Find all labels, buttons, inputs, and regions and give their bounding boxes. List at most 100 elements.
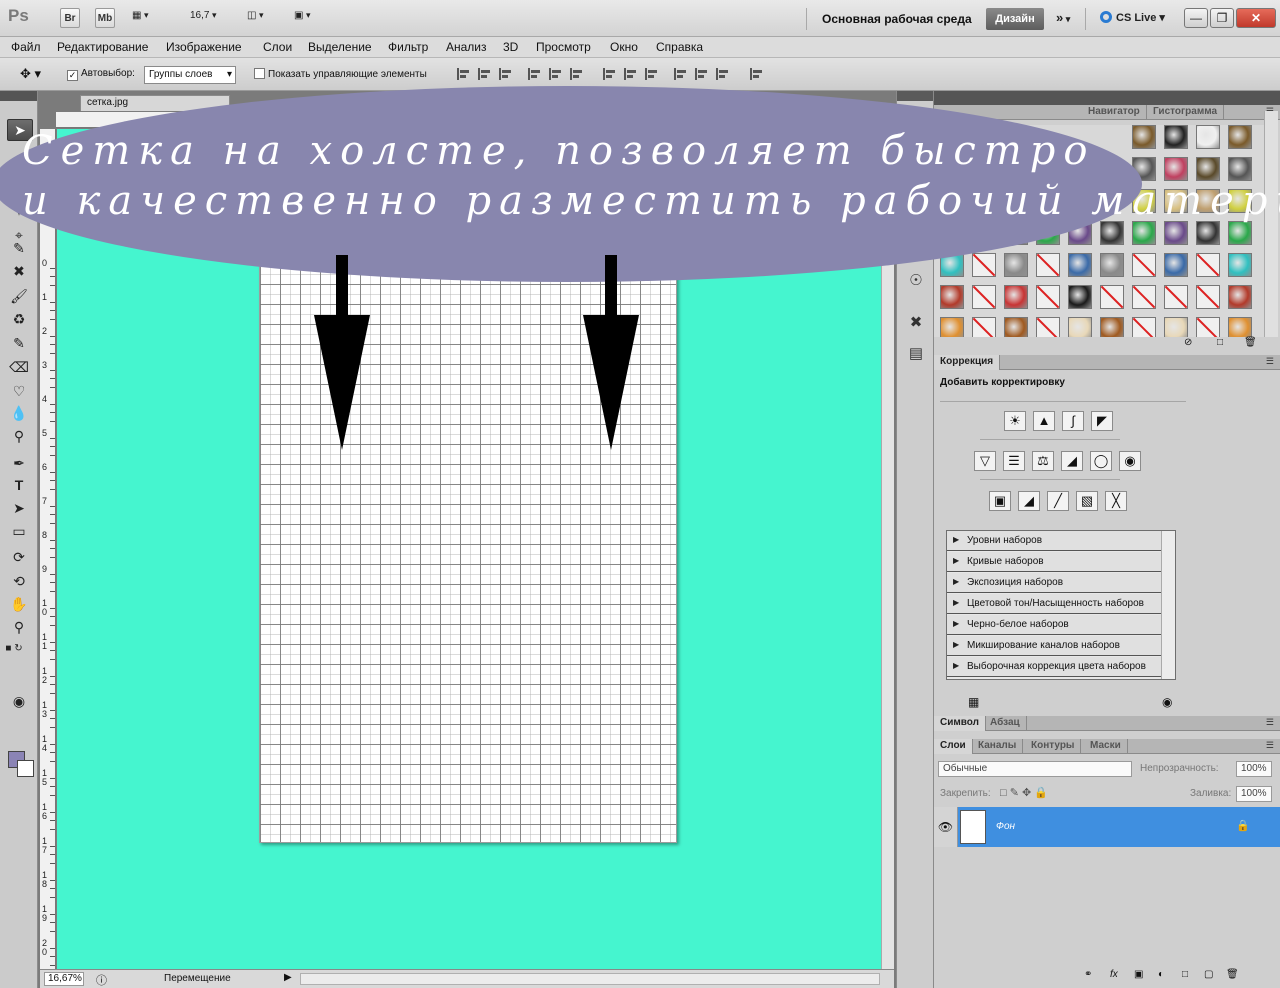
new-style-icon[interactable]: □: [1217, 337, 1223, 348]
new-group-icon[interactable]: □: [1182, 969, 1188, 980]
eyedropper-tool-icon[interactable]: ✎: [9, 238, 29, 258]
eraser-tool-icon[interactable]: ⌫: [9, 357, 29, 377]
delete-layer-icon[interactable]: 🗑: [1226, 969, 1239, 980]
adjustment-layer-icon[interactable]: ◐: [1158, 969, 1164, 980]
menu-file[interactable]: Файл: [11, 40, 41, 54]
tab-masks[interactable]: Маски: [1084, 739, 1128, 754]
style-swatch[interactable]: [1132, 285, 1156, 309]
preset-selective-color[interactable]: Выборочная коррекция цвета наборов: [947, 657, 1161, 677]
link-layers-icon[interactable]: ⚭: [1084, 969, 1092, 980]
design-workspace-button[interactable]: Дизайн: [986, 8, 1044, 30]
style-swatch[interactable]: [1100, 253, 1124, 277]
align-distribute-icon[interactable]: [526, 67, 542, 81]
style-swatch[interactable]: [1196, 221, 1220, 245]
style-swatch[interactable]: [972, 317, 996, 337]
zoom-field[interactable]: 16,67%: [44, 972, 84, 986]
delete-style-icon[interactable]: 🗑: [1244, 337, 1257, 348]
3d-orbit-tool-icon[interactable]: ⟲: [9, 571, 29, 591]
opacity-field[interactable]: 100%: [1236, 761, 1272, 777]
menu-select[interactable]: Выделение: [308, 40, 372, 54]
3d-rotate-tool-icon[interactable]: ⟳: [9, 547, 29, 567]
zoom-tool-icon[interactable]: ⚲: [9, 617, 29, 637]
levels-icon[interactable]: ▲: [1033, 411, 1055, 431]
style-swatch[interactable]: [1132, 221, 1156, 245]
shape-tool-icon[interactable]: ▭: [9, 521, 29, 541]
menu-layers[interactable]: Слои: [263, 40, 292, 54]
tab-character[interactable]: Символ: [934, 716, 986, 731]
tab-adjustments[interactable]: Коррекция: [934, 355, 1001, 370]
menu-help[interactable]: Справка: [656, 40, 703, 54]
vibrance-icon[interactable]: ▽: [974, 451, 996, 471]
align-distribute-icon[interactable]: [547, 67, 563, 81]
bridge-button[interactable]: Br: [60, 8, 80, 28]
menu-3d[interactable]: 3D: [503, 40, 518, 54]
style-swatch[interactable]: [1132, 317, 1156, 337]
menu-view[interactable]: Просмотр: [536, 40, 591, 54]
style-swatch[interactable]: [1196, 317, 1220, 337]
tab-histogram[interactable]: Гистограмма: [1147, 105, 1225, 120]
brush-tool-icon[interactable]: 🖌: [9, 286, 29, 306]
clear-style-icon[interactable]: ⊘: [1184, 337, 1192, 348]
curves-icon[interactable]: ∫: [1062, 411, 1084, 431]
tools-presets-icon[interactable]: ✖: [906, 313, 926, 333]
blend-mode-select[interactable]: Обычные: [938, 761, 1132, 777]
align-distribute-icon[interactable]: [714, 67, 730, 81]
posterize-icon[interactable]: ◢: [1018, 491, 1040, 511]
style-swatch[interactable]: [1164, 125, 1188, 149]
hand-tool-icon[interactable]: ✋: [9, 594, 29, 614]
style-swatch[interactable]: [1100, 221, 1124, 245]
cs-live-menu[interactable]: CS Live ▾: [1100, 11, 1165, 24]
threshold-icon[interactable]: ╱: [1047, 491, 1069, 511]
menu-image[interactable]: Изображение: [166, 40, 242, 54]
screen-mode-dropdown[interactable]: ▣: [294, 10, 310, 21]
style-swatch[interactable]: [1164, 221, 1188, 245]
panel-menu-icon[interactable]: ☰: [1266, 717, 1274, 728]
add-mask-icon[interactable]: ▣: [1134, 969, 1143, 980]
close-button[interactable]: ✕: [1236, 8, 1276, 28]
view-extras-dropdown[interactable]: ▦: [132, 10, 148, 21]
style-swatch[interactable]: [1228, 125, 1252, 149]
menu-filter[interactable]: Фильтр: [388, 40, 428, 54]
paint-bucket-tool-icon[interactable]: ♡: [9, 381, 29, 401]
align-distribute-icon[interactable]: [497, 67, 513, 81]
align-distribute-icon[interactable]: [622, 67, 638, 81]
style-swatch[interactable]: [1068, 317, 1092, 337]
align-distribute-icon[interactable]: [455, 67, 471, 81]
align-distribute-icon[interactable]: [568, 67, 584, 81]
preset-hue-saturation[interactable]: Цветовой тон/Насыщенность наборов: [947, 594, 1161, 614]
path-selection-tool-icon[interactable]: ➤: [9, 498, 29, 518]
tab-paths[interactable]: Контуры: [1025, 739, 1082, 754]
style-swatch[interactable]: [1196, 253, 1220, 277]
clone-stamp-tool-icon[interactable]: ♻: [9, 309, 29, 329]
blur-tool-icon[interactable]: 💧: [9, 403, 29, 423]
dodge-tool-icon[interactable]: ⚲: [9, 426, 29, 446]
style-swatch[interactable]: [1228, 221, 1252, 245]
new-layer-icon[interactable]: ▢: [1204, 969, 1213, 980]
channel-mixer-icon[interactable]: ◉: [1119, 451, 1141, 471]
align-distribute-icon[interactable]: [693, 67, 709, 81]
style-swatch[interactable]: [1228, 317, 1252, 337]
style-swatch[interactable]: [1036, 253, 1060, 277]
restore-button[interactable]: ❐: [1210, 8, 1234, 28]
style-swatch[interactable]: [1164, 253, 1188, 277]
status-menu-arrow-icon[interactable]: ▶: [284, 972, 292, 983]
align-distribute-icon[interactable]: [672, 67, 688, 81]
color-balance-icon[interactable]: ⚖: [1032, 451, 1054, 471]
brightness-contrast-icon[interactable]: ☀: [1004, 411, 1026, 431]
style-swatch[interactable]: [940, 317, 964, 337]
background-color-swatch[interactable]: [17, 760, 34, 777]
layer-row-background[interactable]: 👁 Фон 🔒: [934, 807, 1280, 847]
style-swatch[interactable]: [1100, 317, 1124, 337]
adjustments-options-icon[interactable]: ◉: [1162, 695, 1172, 709]
tab-navigator[interactable]: Навигатор: [1082, 105, 1147, 120]
more-workspaces-icon[interactable]: »: [1056, 10, 1070, 25]
photo-filter-icon[interactable]: ◯: [1090, 451, 1112, 471]
workspace-name[interactable]: Основная рабочая среда: [822, 12, 972, 26]
panel-menu-icon[interactable]: ☰: [1266, 356, 1274, 367]
clip-to-layer-icon[interactable]: ▦: [968, 695, 979, 709]
lock-options-icons[interactable]: □ ✎ ✥ 🔒: [1000, 786, 1048, 799]
presets-scrollbar[interactable]: [1161, 531, 1175, 679]
preset-levels[interactable]: Уровни наборов: [947, 531, 1161, 551]
preset-channel-mixer[interactable]: Микширование каналов наборов: [947, 636, 1161, 656]
tab-layers[interactable]: Слои: [934, 739, 973, 754]
